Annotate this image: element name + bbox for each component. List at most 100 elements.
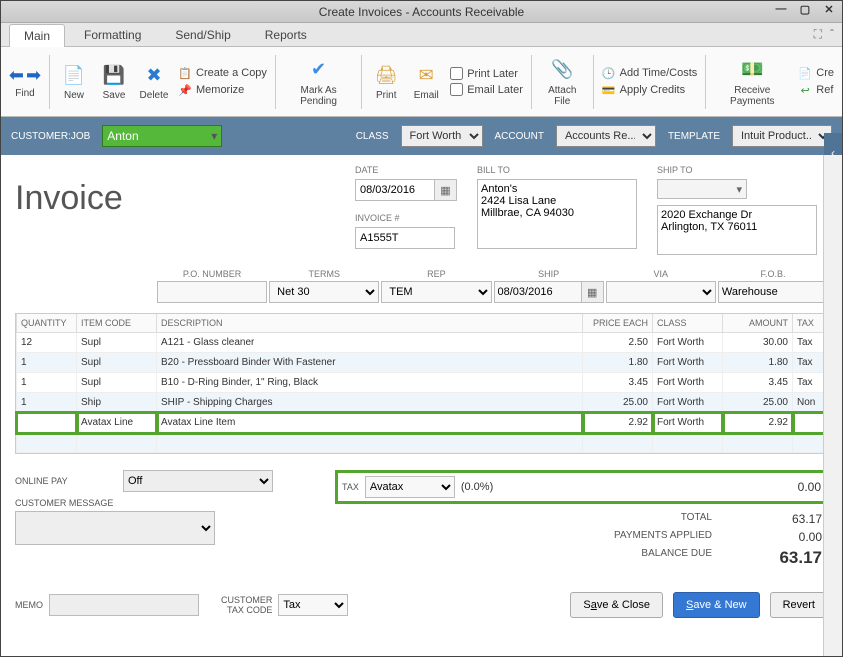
ship-input[interactable] bbox=[494, 281, 582, 303]
toolbar-ribbon: ⬅➡ Find 📄New 💾Save ✖Delete 📋Create a Cop… bbox=[1, 47, 842, 117]
customerjob-label: CUSTOMER:JOB bbox=[11, 131, 90, 142]
col-quantity: QUANTITY bbox=[17, 314, 77, 333]
shipto-select[interactable]: ▾ bbox=[657, 179, 747, 199]
email-button[interactable]: ✉Email bbox=[406, 60, 446, 103]
shipto-label: SHIP TO bbox=[657, 165, 817, 175]
rep-label: REP bbox=[381, 269, 491, 279]
table-row[interactable]: 1ShipSHIP - Shipping Charges25.00Fort Wo… bbox=[17, 393, 827, 413]
invoice-number-input[interactable] bbox=[355, 227, 455, 249]
chevron-up-icon[interactable]: ˆ bbox=[830, 27, 834, 42]
refund-button[interactable]: ↩Ref bbox=[798, 83, 834, 97]
tax-label: TAX bbox=[342, 482, 359, 492]
revert-button[interactable]: Revert bbox=[770, 592, 828, 618]
tax-percent: (0.0%) bbox=[461, 481, 493, 493]
col-description: DESCRIPTION bbox=[157, 314, 583, 333]
save-button[interactable]: 💾Save bbox=[94, 60, 134, 103]
new-button[interactable]: 📄New bbox=[54, 60, 94, 103]
receive-payments-button[interactable]: 💵Receive Payments bbox=[710, 55, 794, 109]
account-select[interactable]: Accounts Re... bbox=[556, 125, 656, 147]
col-item: ITEM CODE bbox=[77, 314, 157, 333]
tab-reports[interactable]: Reports bbox=[250, 23, 322, 46]
total-label: TOTAL bbox=[341, 512, 742, 526]
close-icon[interactable]: ✕ bbox=[820, 3, 838, 19]
payments-value: 0.00 bbox=[742, 530, 822, 544]
balance-value: 63.17 bbox=[742, 548, 822, 568]
calendar-icon[interactable]: ▦ bbox=[435, 179, 457, 201]
custtaxcode-select[interactable]: Tax bbox=[278, 594, 348, 616]
calendar-icon[interactable]: ▦ bbox=[582, 281, 604, 303]
tax-amount: 0.00 bbox=[798, 480, 821, 494]
onlinepay-select[interactable]: Off bbox=[123, 470, 273, 492]
window-title: Create Invoices - Accounts Receivable bbox=[319, 5, 524, 19]
billto-label: BILL TO bbox=[477, 165, 637, 175]
via-select[interactable] bbox=[606, 281, 716, 303]
email-later-checkbox[interactable]: Email Later bbox=[450, 83, 523, 96]
mark-pending-button[interactable]: ✔Mark As Pending bbox=[280, 55, 357, 109]
find-button[interactable]: ⬅➡ Find bbox=[5, 63, 45, 101]
col-tax: TAX bbox=[793, 314, 827, 333]
tab-sendship[interactable]: Send/Ship bbox=[160, 23, 245, 46]
terms-select[interactable]: Net 30 bbox=[269, 281, 379, 303]
col-amount: AMOUNT bbox=[723, 314, 793, 333]
billto-address[interactable] bbox=[477, 179, 637, 249]
print-button[interactable]: 🖨Print bbox=[366, 60, 406, 103]
context-bar: CUSTOMER:JOB Anton▾ CLASS Fort Worth ACC… bbox=[1, 117, 842, 155]
create-copy-button[interactable]: 📋Create a Copy bbox=[178, 66, 267, 80]
rep-select[interactable]: TEM bbox=[381, 281, 491, 303]
page-title: Invoice bbox=[15, 165, 335, 255]
customermessage-select[interactable] bbox=[15, 511, 215, 545]
tab-formatting[interactable]: Formatting bbox=[69, 23, 156, 46]
class-select[interactable]: Fort Worth bbox=[401, 125, 483, 147]
account-label: ACCOUNT bbox=[495, 131, 544, 142]
arrow-left-icon[interactable]: ⬅ bbox=[9, 65, 24, 86]
table-row[interactable]: 1SuplB20 - Pressboard Binder With Fasten… bbox=[17, 353, 827, 373]
via-label: VIA bbox=[606, 269, 716, 279]
tab-main[interactable]: Main bbox=[9, 24, 65, 47]
date-input[interactable] bbox=[355, 179, 435, 201]
customermessage-label: CUSTOMER MESSAGE bbox=[15, 498, 115, 508]
terms-label: TERMS bbox=[269, 269, 379, 279]
tabs-row: Main Formatting Send/Ship Reports ⛶ ˆ bbox=[1, 23, 842, 47]
apply-credits-button[interactable]: 💳Apply Credits bbox=[602, 83, 698, 97]
ship-label: SHIP bbox=[494, 269, 604, 279]
template-label: TEMPLATE bbox=[668, 131, 720, 142]
invoice-number-label: INVOICE # bbox=[355, 213, 457, 223]
class-label: CLASS bbox=[356, 131, 389, 142]
table-row[interactable]: 12SuplA121 - Glass cleaner2.50Fort Worth… bbox=[17, 333, 827, 353]
fob-input[interactable] bbox=[718, 281, 828, 303]
line-items-table[interactable]: QUANTITY ITEM CODE DESCRIPTION PRICE EAC… bbox=[15, 313, 828, 454]
arrow-right-icon[interactable]: ➡ bbox=[26, 65, 41, 86]
titlebar: Create Invoices - Accounts Receivable — … bbox=[1, 1, 842, 23]
payments-label: PAYMENTS APPLIED bbox=[341, 530, 742, 544]
onlinepay-label: ONLINE PAY bbox=[15, 476, 115, 486]
custtaxcode-label: CUSTOMERTAX CODE bbox=[221, 595, 272, 615]
table-row-blank[interactable] bbox=[17, 433, 827, 453]
minimize-icon[interactable]: — bbox=[772, 3, 790, 19]
col-price: PRICE EACH bbox=[583, 314, 653, 333]
date-label: DATE bbox=[355, 165, 457, 175]
po-label: P.O. NUMBER bbox=[157, 269, 267, 279]
shipto-address[interactable] bbox=[657, 205, 817, 255]
po-input[interactable] bbox=[157, 281, 267, 303]
attach-file-button[interactable]: 📎Attach File bbox=[536, 55, 589, 109]
memorize-button[interactable]: 📌Memorize bbox=[178, 83, 267, 97]
expand-icon[interactable]: ⛶ bbox=[814, 27, 822, 42]
save-new-button[interactable]: Save & New bbox=[673, 592, 760, 618]
print-later-checkbox[interactable]: Print Later bbox=[450, 67, 523, 80]
tax-item-select[interactable]: Avatax bbox=[365, 476, 455, 498]
delete-button[interactable]: ✖Delete bbox=[134, 60, 174, 103]
add-time-costs-button[interactable]: 🕒Add Time/Costs bbox=[602, 66, 698, 80]
col-class: CLASS bbox=[653, 314, 723, 333]
memo-input[interactable] bbox=[49, 594, 199, 616]
tax-row: TAX Avatax (0.0%) 0.00 bbox=[335, 470, 828, 504]
table-row[interactable]: 1SuplB10 - D-Ring Binder, 1" Ring, Black… bbox=[17, 373, 827, 393]
memo-label: MEMO bbox=[15, 600, 43, 610]
maximize-icon[interactable]: ▢ bbox=[796, 3, 814, 19]
fob-label: F.O.B. bbox=[718, 269, 828, 279]
template-select[interactable]: Intuit Product... bbox=[732, 125, 832, 147]
table-row[interactable]: Avatax LineAvatax Line Item2.92Fort Wort… bbox=[17, 413, 827, 433]
total-value: 63.17 bbox=[742, 512, 822, 526]
create-batch-button[interactable]: 📄Cre bbox=[798, 66, 834, 80]
save-close-button[interactable]: Save & Close bbox=[570, 592, 663, 618]
customerjob-select[interactable]: Anton▾ bbox=[102, 125, 222, 147]
